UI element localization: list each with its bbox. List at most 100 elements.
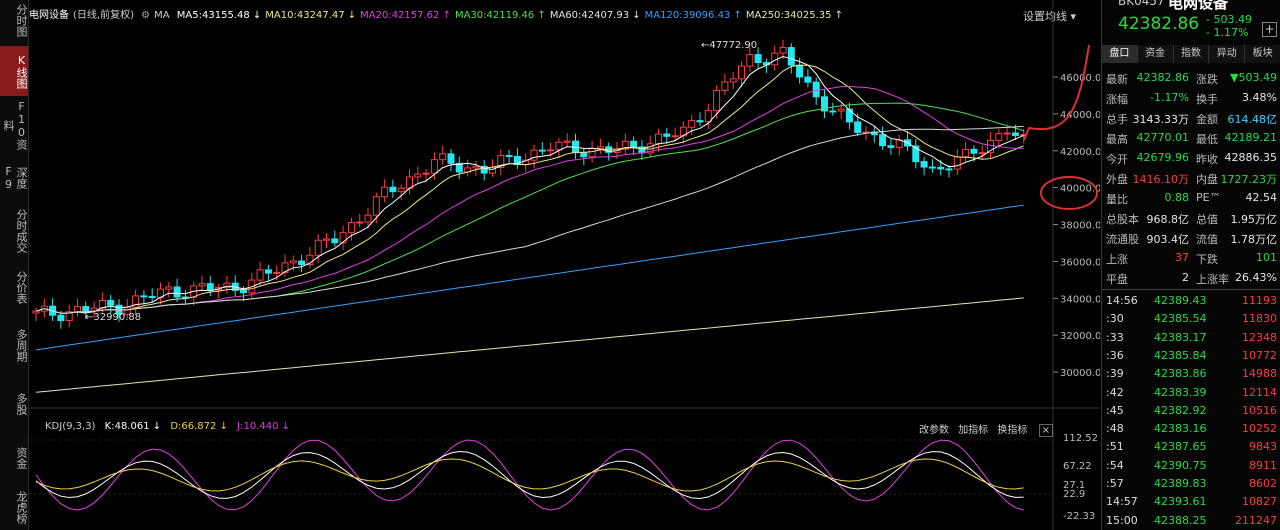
quote-tab-2[interactable]: 指数 <box>1174 45 1210 63</box>
candle <box>630 140 638 148</box>
kdj-title: KDJ(9,3,3) <box>45 421 96 432</box>
sidebar-tab-2[interactable]: F10资料 <box>0 100 28 150</box>
tick-row: :33 42383.17 12348 <box>1102 329 1280 346</box>
candle <box>804 76 812 83</box>
sidebar-tab-1[interactable]: K线图 <box>0 46 28 96</box>
candle <box>738 65 745 80</box>
tick-cell: 8911 <box>1249 458 1277 472</box>
field-value: 968.8亿 <box>1146 213 1190 226</box>
candle <box>845 108 853 123</box>
tick-row: :36 42385.84 10772 <box>1102 347 1280 364</box>
kdj-add-link[interactable]: 加指标 <box>958 425 988 436</box>
axis-label: 36000.00 <box>1060 257 1100 268</box>
kdj-axis-label: -22.33 <box>1063 511 1095 522</box>
sidebar-tab-7[interactable]: 多股 <box>0 378 28 430</box>
field-value: 903.4亿 <box>1146 233 1190 246</box>
candle <box>414 173 422 178</box>
field-value: 614.48亿 <box>1227 113 1278 126</box>
field-label: 上涨率 <box>1196 273 1229 286</box>
tick-cell: 10827 <box>1242 495 1277 509</box>
candle <box>165 286 173 290</box>
close-icon[interactable]: × <box>1038 424 1053 437</box>
tick-row: :57 42389.83 8602 <box>1102 475 1280 492</box>
kdj-param-link[interactable]: 改参数 <box>919 425 949 436</box>
tick-cell: :33 <box>1106 330 1124 344</box>
candle <box>796 64 804 78</box>
field-value: 1416.10万 <box>1132 173 1190 186</box>
tick-cell: :39 <box>1106 367 1124 381</box>
tick-cell: 211247 <box>1235 513 1277 527</box>
ma10-line <box>35 64 1024 314</box>
pct-change: - 1.17% <box>1206 26 1249 39</box>
field-label: 涨幅 <box>1106 93 1128 106</box>
field-label: 量比 <box>1106 193 1128 206</box>
candle <box>879 134 887 147</box>
kline-chart[interactable]: 电网设备 (日线,前复权) ⚙ MA MA5:43155.48 ↓ MA10:4324… <box>29 0 1100 530</box>
kdj-switch-link[interactable]: 换指标 <box>997 425 1027 436</box>
axis-label: 38000.00 <box>1060 221 1100 232</box>
field-value: 101 <box>1256 251 1277 264</box>
tick-cell: 42385.84 <box>1154 348 1207 362</box>
axis-label: 32000.00 <box>1060 331 1100 342</box>
sidebar-tab-5[interactable]: 分价表 <box>0 262 28 312</box>
quote-tab-4[interactable]: 板块 <box>1245 45 1280 63</box>
candle <box>422 172 430 175</box>
quote-tabs: 盘口 资金 指数 异动 板块 <box>1102 45 1280 63</box>
sidebar-tab-4[interactable]: 分时成交 <box>0 206 28 256</box>
tick-cell: :36 <box>1106 348 1124 362</box>
candle <box>82 306 90 312</box>
tick-cell: 42383.86 <box>1154 367 1207 381</box>
candle <box>887 145 895 148</box>
candle <box>389 186 397 193</box>
field-row: 外盘 1416.10万 内盘 1727.23万 <box>1102 168 1280 188</box>
candle <box>580 152 588 158</box>
tick-row: :30 42385.54 11830 <box>1102 310 1280 327</box>
candle <box>779 47 787 54</box>
tick-cell: 14:56 <box>1106 294 1138 307</box>
field-row: 上涨 37 下跌 101 <box>1102 248 1280 268</box>
kdj-d: D:66.872 <box>170 421 217 432</box>
candle <box>754 54 762 64</box>
candle <box>140 295 148 298</box>
field-label: 总股本 <box>1106 213 1139 226</box>
sidebar-tab-8[interactable]: 资金 <box>0 436 28 480</box>
kdj-j-line <box>35 439 1024 511</box>
sidebar-tab-0[interactable]: 分时图 <box>0 0 28 40</box>
ma5-line <box>35 55 1024 314</box>
quote-tab-1[interactable]: 资金 <box>1138 45 1174 63</box>
field-value: 26.43% <box>1235 271 1277 284</box>
tick-cell: 42383.17 <box>1154 330 1207 344</box>
candle <box>920 161 928 168</box>
quote-tab-0[interactable]: 盘口 <box>1102 45 1138 63</box>
tick-cell: :42 <box>1106 385 1124 399</box>
quote-tab-3[interactable]: 异动 <box>1209 45 1246 63</box>
sidebar-tab-3[interactable]: 深度F9 <box>0 155 28 201</box>
ma20-line <box>35 85 1024 314</box>
tick-cell: 14988 <box>1242 367 1277 381</box>
field-row: 最高 42770.01 最低 42189.21 <box>1102 128 1280 148</box>
candle <box>32 310 40 314</box>
candle <box>430 159 438 174</box>
ma120-line <box>35 204 1024 351</box>
sidebar-tab-6[interactable]: 多周期 <box>0 318 28 372</box>
field-value: 1.78万亿 <box>1230 233 1278 246</box>
field-row: 今开 42679.96 昨收 42886.35 <box>1102 148 1280 168</box>
field-value: 42679.96 <box>1136 151 1190 164</box>
add-icon[interactable]: + <box>1262 22 1277 37</box>
field-value: 3.48% <box>1242 91 1277 104</box>
kdj-k: K:48.061 <box>104 421 150 432</box>
candle <box>505 154 513 157</box>
kdj-k-line <box>35 450 1024 500</box>
candle <box>314 239 322 256</box>
candle <box>447 153 455 164</box>
tick-row: :45 42382.92 10516 <box>1102 402 1280 419</box>
field-label: 换手 <box>1196 93 1218 106</box>
tick-cell: :45 <box>1106 403 1124 417</box>
sidebar-tab-9[interactable]: 龙虎榜 <box>0 484 28 530</box>
candle <box>264 269 272 274</box>
candle <box>962 148 970 158</box>
kdj-legend: KDJ(9,3,3) K:48.061 ↓ D:66.872 ↓ J:10.44… <box>45 421 291 432</box>
candle <box>555 141 563 151</box>
field-label: 总值 <box>1196 213 1218 226</box>
candle <box>397 187 405 193</box>
